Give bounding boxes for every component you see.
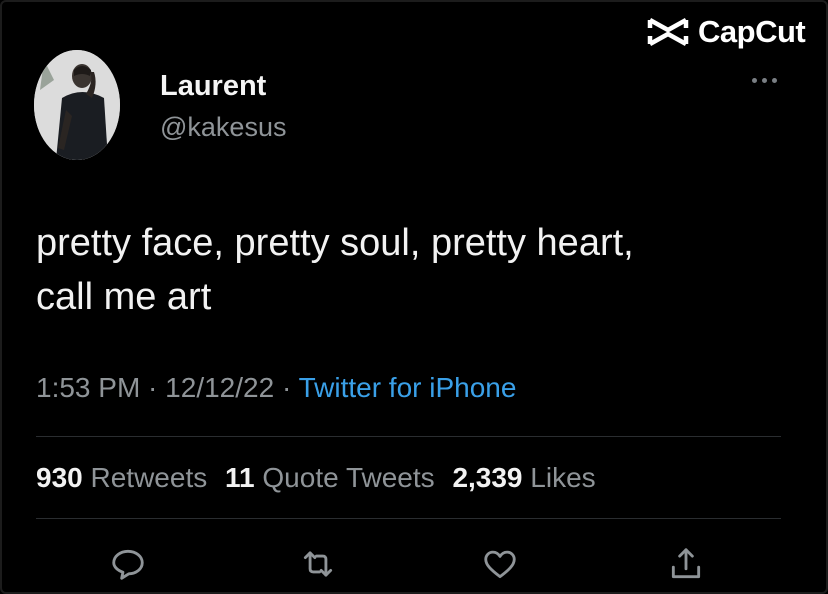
tweet-time[interactable]: 1:53 PM <box>36 372 140 403</box>
reply-icon <box>112 549 144 580</box>
retweet-button[interactable] <box>294 540 342 588</box>
tweet-date[interactable]: 12/12/22 <box>165 372 274 403</box>
tweet-text: pretty face, pretty soul, pretty heart, … <box>36 216 796 324</box>
quotes-label: Quote Tweets <box>262 462 435 493</box>
separator: · <box>274 372 299 403</box>
tweet-line: call me art <box>36 276 212 318</box>
capcut-watermark: CapCut <box>646 14 806 50</box>
likes-label: Likes <box>530 462 596 493</box>
retweets-label: Retweets <box>90 462 208 493</box>
separator: · <box>140 372 166 403</box>
dot <box>772 78 777 83</box>
action-bar <box>0 540 828 588</box>
quote-tweets-stat[interactable]: 11 Quote Tweets <box>225 462 435 493</box>
like-button[interactable] <box>476 540 524 588</box>
quotes-count: 11 <box>225 462 255 493</box>
divider <box>36 436 781 437</box>
reply-button[interactable] <box>104 540 152 588</box>
retweet-icon <box>303 551 333 577</box>
share-button[interactable] <box>662 540 710 588</box>
retweets-stat[interactable]: 930 Retweets <box>36 462 207 493</box>
engagement-stats: 930 Retweets 11 Quote Tweets 2,339 Likes <box>36 462 606 494</box>
dot <box>762 78 767 83</box>
tweet-metadata: 1:53 PM · 12/12/22 · Twitter for iPhone <box>36 372 516 404</box>
display-name[interactable]: Laurent <box>160 70 266 103</box>
more-options-icon[interactable] <box>752 78 777 83</box>
retweets-count: 930 <box>36 462 83 493</box>
profile-photo <box>34 50 120 160</box>
share-icon <box>671 548 701 579</box>
capcut-logo-icon <box>647 18 689 46</box>
user-handle[interactable]: @kakesus <box>160 112 286 143</box>
likes-count: 2,339 <box>452 462 523 493</box>
divider <box>36 518 781 519</box>
likes-stat[interactable]: 2,339 Likes <box>452 462 595 493</box>
tweet-line: pretty face, pretty soul, pretty heart, <box>36 222 634 264</box>
watermark-text: CapCut <box>698 14 806 49</box>
dot <box>752 78 757 83</box>
like-icon <box>484 550 516 579</box>
tweet-source-link[interactable]: Twitter for iPhone <box>299 372 517 403</box>
avatar[interactable] <box>34 50 120 160</box>
